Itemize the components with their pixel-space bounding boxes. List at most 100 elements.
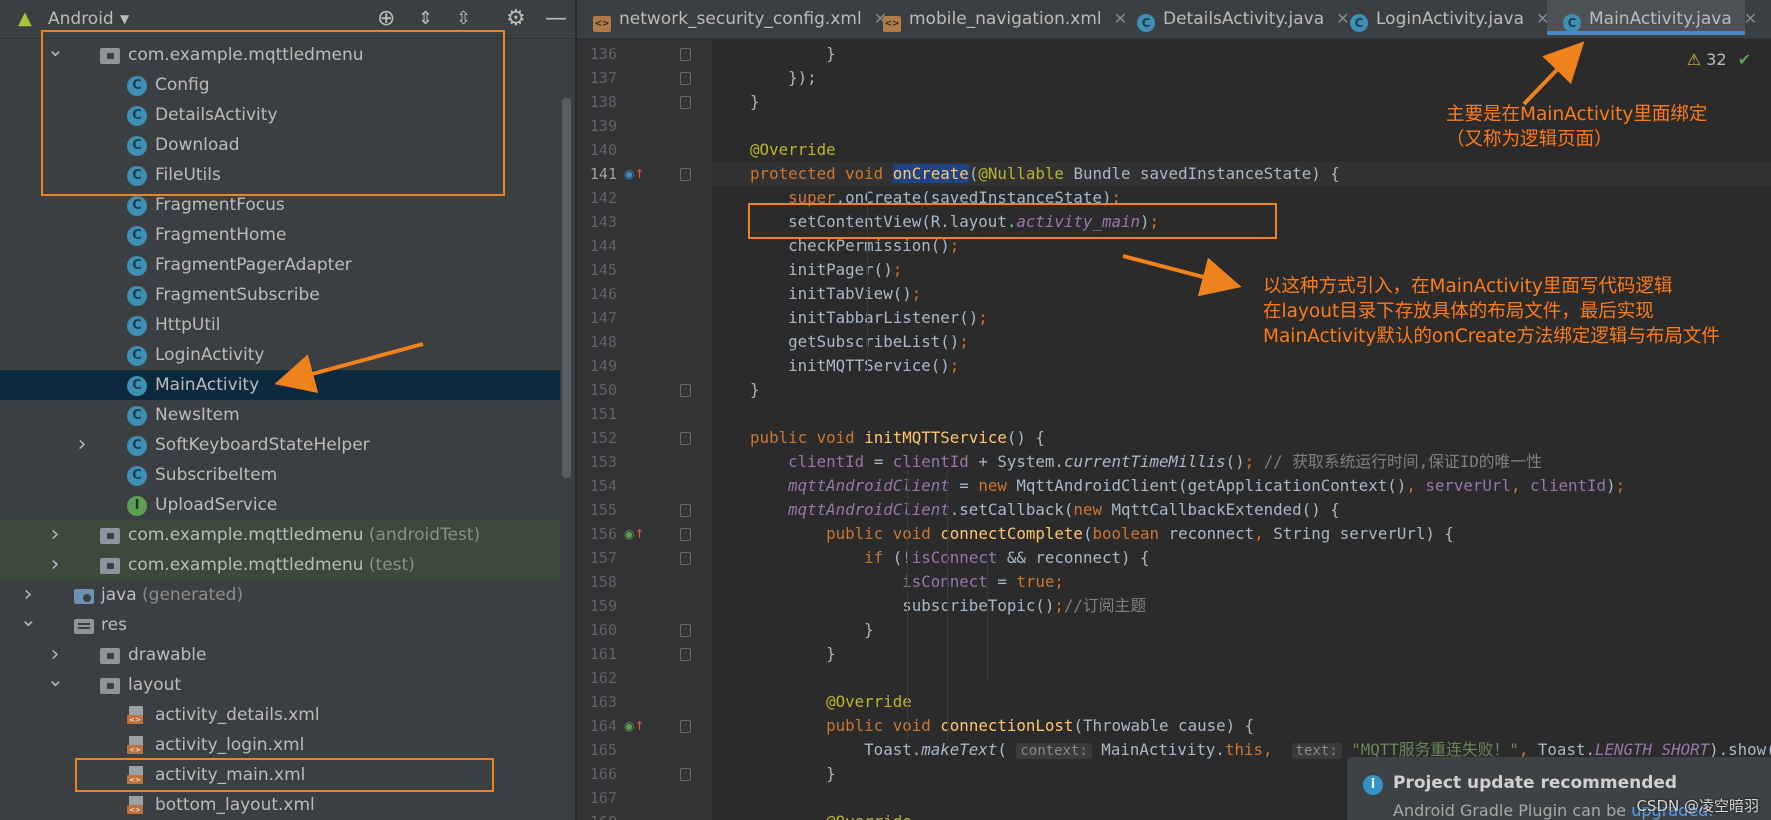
tree-item[interactable]: C NewsItem <box>0 400 560 430</box>
tab-label: network_security_config.xml <box>619 9 862 29</box>
tree-item[interactable]: ⌄ res <box>0 607 560 640</box>
tree-item[interactable]: <> activity_login.xml <box>0 730 560 760</box>
code-line: public void initMQTTService() { <box>750 428 1045 447</box>
fold-icon[interactable] <box>680 48 691 61</box>
chevron-right-icon[interactable]: › <box>47 550 63 580</box>
chevron-right-icon[interactable]: › <box>47 520 63 550</box>
line-number: 139 <box>589 117 617 135</box>
fold-icon[interactable] <box>680 432 691 445</box>
code-line: isConnect = true; <box>902 572 1064 591</box>
line-number: 145 <box>589 261 617 279</box>
tree-item[interactable]: › com.example.mqttledmenu (androidTest) <box>0 520 560 550</box>
tree-item[interactable]: C LoginActivity <box>0 340 560 370</box>
fold-icon[interactable] <box>680 624 691 637</box>
line-number: 150 <box>589 381 617 399</box>
tab-mobile_navigation-xml[interactable]: <> mobile_navigation.xml ✕ <box>867 0 1127 38</box>
code-note-line1: 以这种方式引入，在MainActivity里面写代码逻辑 <box>1263 276 1673 297</box>
fold-icon[interactable] <box>680 72 691 85</box>
code-note-line2: 在layout目录下存放具体的布局文件，最后实现 <box>1263 301 1654 322</box>
highlight-box-classes <box>41 30 505 196</box>
code-line: mqttAndroidClient.setCallback(new MqttCa… <box>788 500 1340 519</box>
tree-item[interactable]: C HttpUtil <box>0 310 560 340</box>
code-line: } <box>712 620 874 639</box>
tree-item[interactable]: › java (generated) <box>0 580 560 610</box>
line-number: 164 <box>589 717 617 735</box>
tab-label: DetailsActivity.java <box>1163 9 1325 29</box>
tab-network_security_config-xml[interactable]: <> network_security_config.xml ✕ <box>577 0 887 38</box>
tab-loginactivity-java[interactable]: C LoginActivity.java ✕ <box>1334 0 1549 38</box>
fold-icon[interactable] <box>680 552 691 565</box>
fold-icon[interactable] <box>680 168 691 181</box>
fold-icon[interactable] <box>680 96 691 109</box>
notification-title: Project update recommended <box>1393 773 1678 793</box>
java-class-icon: C <box>127 226 147 246</box>
override-marker-icon[interactable]: ◉↑ <box>624 162 645 186</box>
tree-item-label: res <box>101 615 127 635</box>
tab-detailsactivity-java[interactable]: C DetailsActivity.java ✕ <box>1121 0 1350 38</box>
tree-item-label: HttpUtil <box>155 315 221 335</box>
code-note-line3: MainActivity默认的onCreate方法绑定逻辑与布局文件 <box>1263 326 1720 347</box>
tree-item[interactable]: C MainActivity <box>0 370 560 400</box>
tree-item[interactable]: › drawable <box>0 640 560 670</box>
tree-item[interactable]: C FragmentPagerAdapter <box>0 250 560 280</box>
code-line: if (!isConnect && reconnect) { <box>864 548 1150 567</box>
tree-item-label: activity_details.xml <box>155 705 320 725</box>
java-class-icon: C <box>127 256 147 276</box>
code-line: public void connectComplete(boolean reco… <box>826 524 1454 543</box>
tree-item[interactable]: › C SoftKeyboardStateHelper <box>0 430 560 460</box>
fold-icon[interactable] <box>680 720 691 733</box>
line-number: 151 <box>589 405 617 423</box>
minimize-icon[interactable]: — <box>545 0 567 38</box>
indent-guide <box>947 470 948 740</box>
tree-item[interactable]: I UploadService <box>0 490 560 520</box>
java-class-icon: C <box>127 406 147 426</box>
tree-item-suffix: (generated) <box>136 585 244 605</box>
line-number: 142 <box>589 189 617 207</box>
close-icon[interactable]: ✕ <box>1744 9 1757 28</box>
tree-item[interactable]: <> bottom_layout.xml <box>0 790 560 820</box>
chevron-down-icon[interactable]: ⌄ <box>20 604 37 634</box>
tree-item[interactable]: <> activity_details.xml <box>0 700 560 730</box>
tree-item-label: NewsItem <box>155 405 240 425</box>
tree-item[interactable]: C FragmentSubscribe <box>0 280 560 310</box>
chevron-down-icon[interactable]: ⌄ <box>47 664 64 694</box>
line-number: 157 <box>589 549 617 567</box>
tree-item-label: FragmentPagerAdapter <box>155 255 352 275</box>
package-icon <box>100 528 120 544</box>
folder-icon <box>100 678 120 694</box>
java-class-icon: C <box>1563 14 1581 32</box>
line-number: 167 <box>589 789 617 807</box>
svg-text:<>: <> <box>129 716 141 724</box>
tree-scrollbar[interactable] <box>562 98 571 478</box>
code-area[interactable]: } }); } @Override protected void onCreat… <box>712 40 1771 820</box>
code-line: clientId = clientId + System.currentTime… <box>788 452 1542 471</box>
editor-tabs: <> network_security_config.xml ✕ <> mobile_n… <box>577 0 1771 39</box>
line-number: 148 <box>589 333 617 351</box>
java-class-icon: C <box>127 316 147 336</box>
tree-item[interactable]: C FragmentHome <box>0 220 560 250</box>
tree-item[interactable]: › com.example.mqttledmenu (test) <box>0 550 560 580</box>
java-class-icon: C <box>127 286 147 306</box>
tree-item-label: com.example.mqttledmenu (androidTest) <box>128 525 481 545</box>
implement-marker-icon[interactable]: ◉↑ <box>624 522 645 546</box>
svg-text:<>: <> <box>129 806 141 814</box>
chevron-right-icon[interactable]: › <box>74 430 90 460</box>
fold-icon[interactable] <box>680 768 691 781</box>
fold-icon[interactable] <box>680 528 691 541</box>
fold-icon[interactable] <box>680 384 691 397</box>
implement-marker-icon[interactable]: ◉↑ <box>624 714 645 738</box>
gear-icon[interactable]: ⚙ <box>506 0 526 38</box>
line-number: 168 <box>577 810 617 820</box>
line-number: 143 <box>589 213 617 231</box>
tree-item[interactable]: ⌄ layout <box>0 667 560 700</box>
tab-mainactivity-java[interactable]: C MainActivity.java ✕ <box>1547 0 1757 35</box>
fold-icon[interactable] <box>680 648 691 661</box>
fold-icon[interactable] <box>680 504 691 517</box>
tree-item-label: java (generated) <box>101 585 244 605</box>
code-line: mqttAndroidClient = new MqttAndroidClien… <box>788 476 1626 495</box>
tree-item-label: FragmentSubscribe <box>155 285 320 305</box>
tab-label: MainActivity.java <box>1589 9 1732 29</box>
tree-item[interactable]: C SubscribeItem <box>0 460 560 490</box>
